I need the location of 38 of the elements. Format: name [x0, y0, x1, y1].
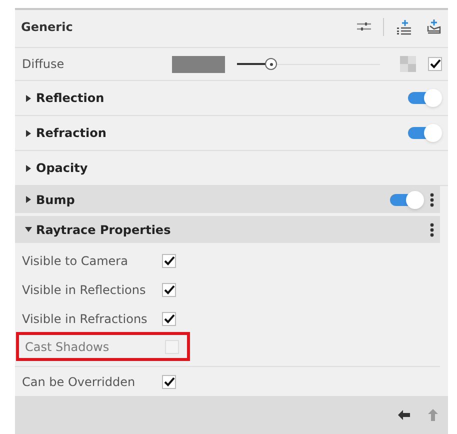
property-label: Diffuse — [22, 56, 66, 73]
checker-icon[interactable] — [400, 56, 416, 72]
checkbox[interactable] — [162, 312, 176, 326]
section-header[interactable]: Reflection — [15, 81, 448, 116]
color-swatch[interactable] — [172, 56, 225, 72]
property-label: Visible in Refractions — [22, 310, 148, 328]
caret-right-icon — [26, 164, 30, 172]
checkbox[interactable] — [162, 254, 176, 268]
checkbox[interactable] — [162, 374, 176, 388]
section-title: Raytrace Properties — [36, 222, 171, 238]
section-title: Refraction — [36, 125, 106, 142]
property-label: Visible to Camera — [22, 252, 129, 270]
toggle-switch[interactable] — [408, 124, 442, 142]
panel-title: Generic — [21, 19, 73, 36]
caret-right-icon — [26, 130, 30, 136]
section-title: Reflection — [36, 90, 104, 107]
checkbox[interactable] — [162, 282, 176, 296]
layer-add-icon[interactable] — [426, 19, 442, 35]
slider[interactable] — [237, 58, 380, 70]
section-title: Opacity — [36, 160, 88, 177]
caret-right-icon — [26, 94, 30, 102]
toggle-switch[interactable] — [408, 89, 442, 107]
toggle-switch[interactable] — [390, 190, 424, 208]
list-add-icon[interactable] — [396, 19, 412, 35]
section-title: Bump — [36, 192, 75, 208]
section-header[interactable]: Refraction — [15, 116, 448, 151]
caret-right-icon — [26, 196, 30, 203]
section-header[interactable]: Raytrace Properties — [15, 216, 440, 243]
sliders-icon[interactable] — [357, 21, 371, 33]
more-options-icon[interactable] — [430, 222, 434, 236]
more-options-icon[interactable] — [430, 192, 434, 206]
back-arrow-icon[interactable] — [398, 410, 410, 420]
checkbox[interactable] — [428, 57, 442, 71]
caret-down-icon — [24, 227, 32, 232]
section-header[interactable]: Bump — [15, 186, 440, 213]
property-label: Visible in Reflections — [22, 282, 147, 298]
property-label: Cast Shadows — [25, 338, 110, 356]
property-label: Can be Overridden — [22, 374, 136, 390]
